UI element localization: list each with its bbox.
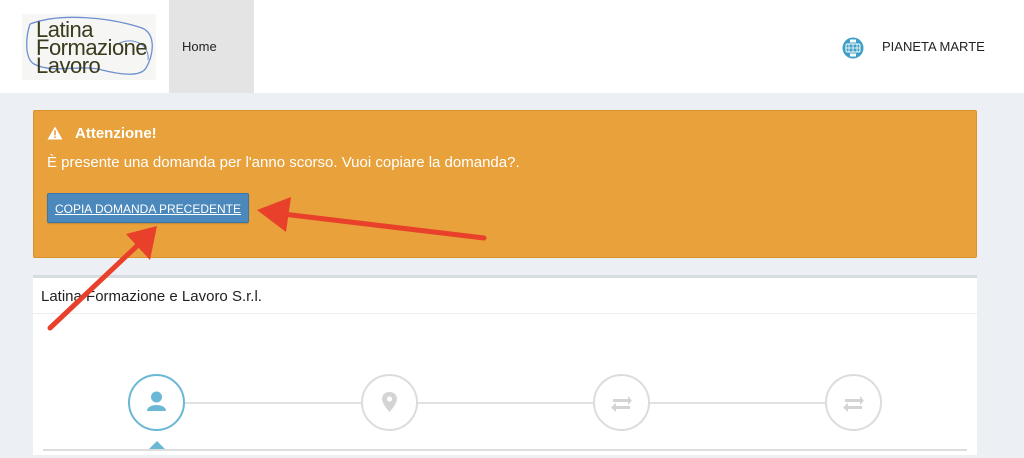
transfer-arrows-icon (611, 396, 632, 412)
alert-title: Attenzione! (75, 125, 157, 142)
alert-message: È presente una domanda per l'anno scorso… (47, 154, 520, 171)
user-name: PIANETA MARTE (882, 39, 985, 54)
wizard-connector (650, 402, 825, 404)
wizard-step-location[interactable] (361, 374, 418, 431)
wizard-step-transfer[interactable] (593, 374, 650, 431)
logo-text-lavoro: Lavoro (36, 53, 101, 78)
warning-alert: Attenzione! È presente una domanda per l… (33, 110, 977, 258)
user-icon (147, 391, 166, 411)
wizard-connector (418, 402, 593, 404)
transfer-arrows-icon (843, 396, 864, 412)
copy-previous-application-button[interactable]: COPIA DOMANDA PRECEDENTE (47, 193, 249, 223)
top-navbar: Latina Formazione Lavoro Home PIANETA MA… (0, 0, 1024, 93)
wizard-step-transfer-2[interactable] (825, 374, 882, 431)
wizard-step-applicant[interactable] (128, 374, 185, 431)
location-pin-icon (382, 392, 397, 412)
warning-icon (47, 126, 63, 140)
application-panel: Latina Formazione e Lavoro S.r.l. (33, 275, 977, 455)
application-wizard (33, 278, 977, 458)
wizard-connector (185, 402, 361, 404)
user-menu[interactable]: PIANETA MARTE (840, 34, 1000, 60)
active-step-indicator (149, 441, 165, 449)
company-logo[interactable]: Latina Formazione Lavoro (22, 14, 156, 80)
user-avatar-icon (842, 37, 864, 59)
nav-home-link[interactable]: Home (169, 0, 254, 93)
nav-home-label: Home (182, 39, 217, 54)
